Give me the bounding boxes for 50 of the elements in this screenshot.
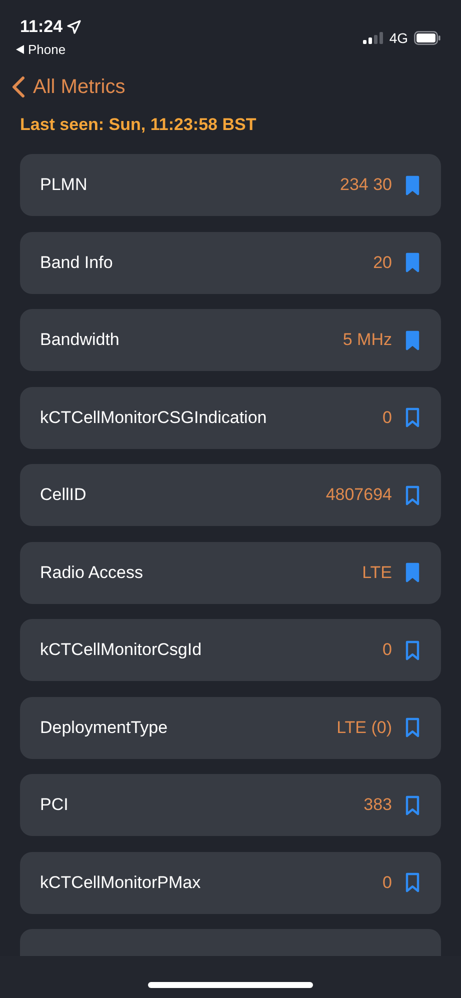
metric-card[interactable]: PCI 383	[20, 774, 441, 836]
metric-card[interactable]: kCTCellMonitorCSGIndication 0	[20, 386, 441, 448]
bookmark-icon[interactable]	[405, 562, 420, 583]
back-app-link[interactable]: Phone	[28, 40, 66, 59]
bookmark-icon[interactable]	[405, 794, 420, 816]
metric-card[interactable]: Bandwidth 5 MHz	[20, 309, 441, 371]
network-type: 4G	[389, 28, 408, 48]
metric-name: kCTCellMonitorCsgId	[40, 639, 202, 662]
bookmark-icon[interactable]	[405, 330, 420, 350]
back-triangle-icon[interactable]	[16, 44, 24, 54]
metric-name: PCI	[40, 794, 68, 816]
metric-value: 0	[382, 639, 392, 662]
status-time: 11:24	[20, 16, 63, 38]
location-arrow-icon	[66, 20, 81, 34]
metric-value: 383	[364, 794, 392, 816]
metric-card[interactable]: kCTCellMonitorPMax 0	[20, 852, 441, 914]
metric-name: DeploymentType	[40, 716, 168, 739]
last-seen-text: Last seen: Sun, 11:23:58 BST	[20, 114, 256, 136]
metric-name: kCTCellMonitorPMax	[40, 872, 201, 894]
metric-value: 5 MHz	[342, 329, 392, 352]
metric-name: Bandwidth	[40, 329, 120, 352]
metric-card[interactable]: CellID 4807694	[20, 464, 441, 526]
metric-name: kCTCellMonitorCSGIndication	[40, 406, 267, 429]
bookmark-icon[interactable]	[405, 174, 420, 196]
metric-value: LTE (0)	[336, 716, 392, 739]
bookmark-icon[interactable]	[405, 872, 420, 893]
metric-name: CellID	[40, 484, 86, 506]
metric-value: 0	[382, 872, 392, 894]
bookmark-icon[interactable]	[405, 252, 420, 273]
metric-value: 0	[382, 406, 392, 429]
metric-card[interactable]: PLMN 234 30	[20, 154, 441, 216]
bookmark-icon[interactable]	[405, 717, 420, 738]
metric-name: Band Info	[40, 252, 113, 274]
bookmark-icon[interactable]	[405, 640, 420, 660]
back-button[interactable]: All Metrics	[33, 72, 126, 102]
metric-value: 20	[373, 252, 392, 274]
back-chevron-icon[interactable]	[11, 76, 25, 98]
metric-card[interactable]: kCTCellMonitorCsgId 0	[20, 619, 441, 681]
metric-name: PLMN	[40, 174, 88, 196]
metric-value: LTE	[362, 562, 392, 584]
metric-card[interactable]: Radio Access LTE	[20, 542, 441, 604]
bookmark-icon[interactable]	[405, 407, 420, 428]
signal-icon	[363, 32, 384, 44]
metric-card[interactable]: Band Info 20	[20, 232, 441, 294]
bookmark-icon[interactable]	[405, 484, 420, 506]
metric-value: 234 30	[340, 174, 392, 196]
metric-name: Radio Access	[40, 562, 143, 584]
battery-icon	[414, 31, 441, 45]
metric-card[interactable]: DeploymentType LTE (0)	[20, 696, 441, 758]
metric-value: 4807694	[326, 484, 392, 506]
